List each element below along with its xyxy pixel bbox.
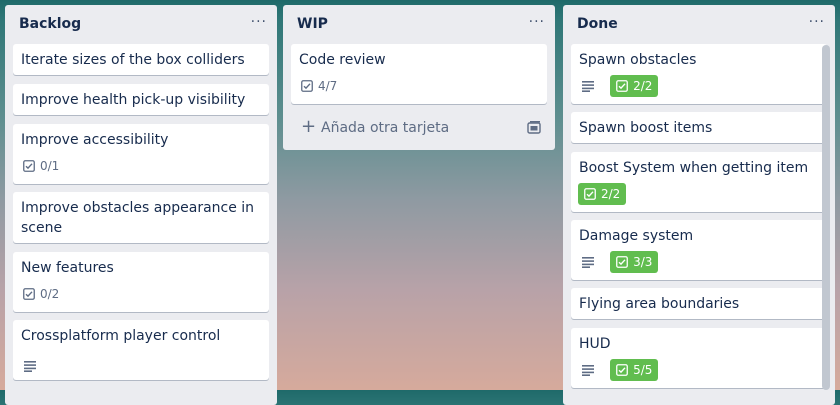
card[interactable]: Code review 4/7 xyxy=(291,44,547,104)
checkbox-icon xyxy=(616,256,628,268)
checklist-badge: 3/3 xyxy=(610,251,659,273)
description-icon xyxy=(582,81,594,92)
checklist-badge: 5/5 xyxy=(610,359,659,381)
list-title[interactable]: WIP xyxy=(297,15,328,33)
card[interactable]: Improve health pick-up visibility xyxy=(13,84,269,115)
checkbox-icon xyxy=(301,80,313,92)
card-badges: 0/2 xyxy=(23,283,59,305)
card-template-icon[interactable] xyxy=(527,120,541,134)
description-icon xyxy=(24,360,36,372)
card-badges: 2/2 xyxy=(578,183,627,205)
checklist-count: 4/7 xyxy=(318,79,338,93)
card[interactable]: New features 0/2 xyxy=(13,252,269,312)
checkbox-icon xyxy=(616,80,628,92)
card[interactable]: HUD 5/5 xyxy=(571,328,827,388)
checkbox-icon xyxy=(616,364,628,376)
list-backlog: Backlog ··· Iterate sizes of the box col… xyxy=(5,5,277,405)
card-title: Flying area boundaries xyxy=(579,296,740,312)
checkbox-icon xyxy=(23,160,35,172)
list-scrollbar[interactable] xyxy=(822,45,830,390)
checklist-count: 3/3 xyxy=(633,255,653,269)
card[interactable]: Flying area boundaries xyxy=(571,288,827,319)
board: Backlog ··· Iterate sizes of the box col… xyxy=(0,0,840,405)
description-icon xyxy=(582,365,594,376)
card-badges: 3/3 xyxy=(581,251,659,273)
checklist-badge: 0/1 xyxy=(23,155,59,177)
list-menu-button[interactable]: ··· xyxy=(251,13,267,31)
card-title: Iterate sizes of the box colliders xyxy=(21,52,245,68)
card-badges: 4/7 xyxy=(301,75,337,97)
list-header: WIP ··· xyxy=(283,5,555,41)
description-icon xyxy=(582,257,594,268)
card-badges: 5/5 xyxy=(581,359,659,381)
list-menu-button[interactable]: ··· xyxy=(809,13,825,31)
card-badges xyxy=(23,355,47,374)
checkbox-icon xyxy=(23,288,35,300)
card-title: Spawn obstacles xyxy=(579,52,697,68)
card-title: Code review xyxy=(299,52,386,68)
list-wip: WIP ··· Code review 4/7 + Añada otra tar… xyxy=(283,5,555,150)
card-title: Improve obstacles appearance in scene xyxy=(21,200,255,236)
card-title: Spawn boost items xyxy=(579,120,713,136)
card[interactable]: Improve accessibility 0/1 xyxy=(13,124,269,184)
card-title: HUD xyxy=(579,336,611,352)
list-done: Done ··· Spawn obstacles 2/2 Spawn boost… xyxy=(563,5,835,405)
checklist-badge: 2/2 xyxy=(610,75,659,97)
checklist-count: 2/2 xyxy=(601,187,621,201)
card-badges: 0/1 xyxy=(23,155,59,177)
add-card-button[interactable]: + Añada otra tarjeta xyxy=(291,114,547,142)
card-badges: 2/2 xyxy=(581,75,659,97)
card-title: Crossplatform player control xyxy=(21,328,221,344)
checklist-count: 0/1 xyxy=(40,159,60,173)
checkbox-icon xyxy=(584,188,596,200)
card[interactable]: Iterate sizes of the box colliders xyxy=(13,44,269,75)
list-title[interactable]: Done xyxy=(577,15,618,33)
card-title: Improve health pick-up visibility xyxy=(21,92,246,108)
card[interactable]: Spawn obstacles 2/2 xyxy=(571,44,827,104)
checklist-count: 0/2 xyxy=(40,287,60,301)
card-title: Boost System when getting item xyxy=(579,160,809,176)
list-menu-button[interactable]: ··· xyxy=(529,13,545,31)
card[interactable]: Improve obstacles appearance in scene xyxy=(13,192,269,243)
list-header: Backlog ··· xyxy=(5,5,277,41)
plus-icon: + xyxy=(301,116,317,137)
card-title: Damage system xyxy=(579,228,694,244)
card-title: Improve accessibility xyxy=(21,132,169,148)
checklist-badge: 0/2 xyxy=(23,283,59,305)
checklist-badge: 2/2 xyxy=(578,183,627,205)
list-header: Done ··· xyxy=(563,5,835,41)
checklist-count: 5/5 xyxy=(633,363,653,377)
card[interactable]: Boost System when getting item 2/2 xyxy=(571,152,827,212)
card-title: New features xyxy=(21,260,114,276)
checklist-count: 2/2 xyxy=(633,79,653,93)
list-title[interactable]: Backlog xyxy=(19,15,81,33)
card[interactable]: Spawn boost items xyxy=(571,112,827,143)
add-card-label: Añada otra tarjeta xyxy=(321,120,450,136)
card[interactable]: Crossplatform player control xyxy=(13,320,269,380)
checklist-badge: 4/7 xyxy=(301,75,337,97)
card[interactable]: Damage system 3/3 xyxy=(571,220,827,280)
